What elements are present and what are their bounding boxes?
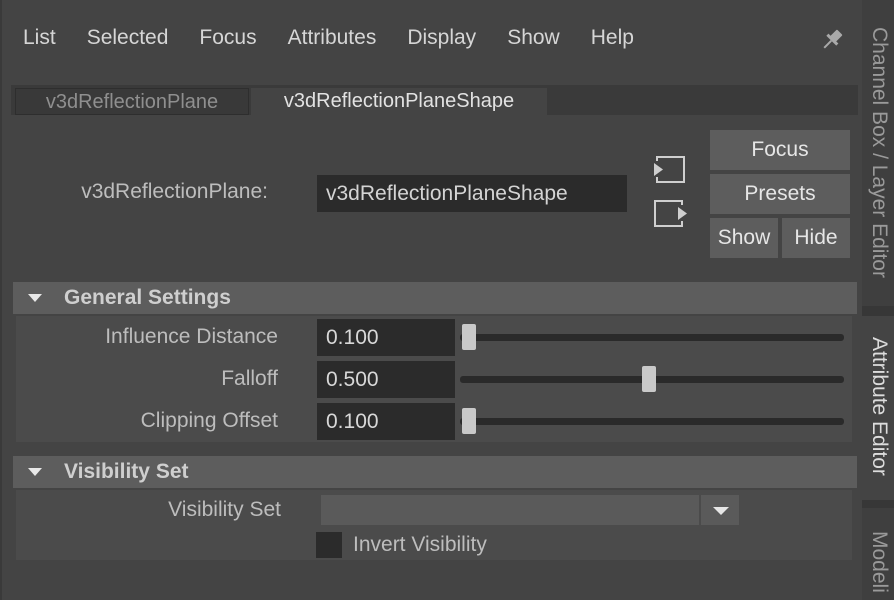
side-tab-channel-box[interactable]: Channel Box / Layer Editor [862,0,894,306]
side-tab-strip: Channel Box / Layer Editor Attribute Edi… [862,0,894,600]
invert-visibility-checkbox[interactable] [316,532,342,558]
slider-handle[interactable] [462,324,476,350]
menu-display[interactable]: Display [407,18,476,58]
section-title: Visibility Set [64,460,189,483]
menu-list[interactable]: List [23,18,56,58]
clipping-offset-field[interactable]: 0.100 [317,403,455,440]
menu-attributes[interactable]: Attributes [288,18,377,58]
slider-handle[interactable] [462,408,476,434]
node-name-label: v3dReflectionPlane: [81,180,268,203]
dropdown-button[interactable] [701,495,739,525]
visibility-set-header[interactable]: Visibility Set [13,456,857,488]
influence-distance-label: Influence Distance [105,325,278,348]
input-connections-icon[interactable] [652,155,688,185]
clipping-offset-slider[interactable] [460,418,844,425]
side-tab-attribute-editor[interactable]: Attribute Editor [862,316,894,500]
tab-v3d-reflection-plane[interactable]: v3dReflectionPlane [15,88,249,115]
falloff-field[interactable]: 0.500 [317,361,455,398]
pin-icon[interactable] [818,26,846,54]
side-tab-modeling[interactable]: Modeli [862,508,894,600]
influence-distance-slider[interactable] [460,334,844,341]
invert-visibility-label: Invert Visibility [353,533,487,556]
output-connections-icon[interactable] [653,199,689,229]
influence-distance-field[interactable]: 0.100 [317,319,455,356]
tab-v3d-reflection-plane-shape[interactable]: v3dReflectionPlaneShape [251,88,547,115]
section-title: General Settings [64,286,231,309]
falloff-label: Falloff [221,367,278,390]
visibility-set-label: Visibility Set [168,498,281,521]
hide-button[interactable]: Hide [782,218,850,258]
menu-help[interactable]: Help [591,18,634,58]
collapse-triangle-icon [28,468,42,476]
attribute-editor-panel: List Selected Focus Attributes Display S… [0,0,862,600]
focus-button[interactable]: Focus [710,130,850,170]
menu-focus[interactable]: Focus [199,18,256,58]
node-tab-strip: v3dReflectionPlane v3dReflectionPlaneSha… [11,85,858,115]
presets-button[interactable]: Presets [710,174,850,214]
collapse-triangle-icon [28,294,42,302]
general-settings-header[interactable]: General Settings [13,282,857,314]
slider-handle[interactable] [642,366,656,392]
node-name-field[interactable]: v3dReflectionPlaneShape [317,175,627,212]
visibility-set-dropdown[interactable] [321,495,699,525]
show-button[interactable]: Show [710,218,778,258]
menu-selected[interactable]: Selected [87,18,169,58]
chevron-down-icon [713,507,729,515]
clipping-offset-label: Clipping Offset [140,409,278,432]
menu-show[interactable]: Show [507,18,560,58]
menu-bar: List Selected Focus Attributes Display S… [2,18,634,58]
